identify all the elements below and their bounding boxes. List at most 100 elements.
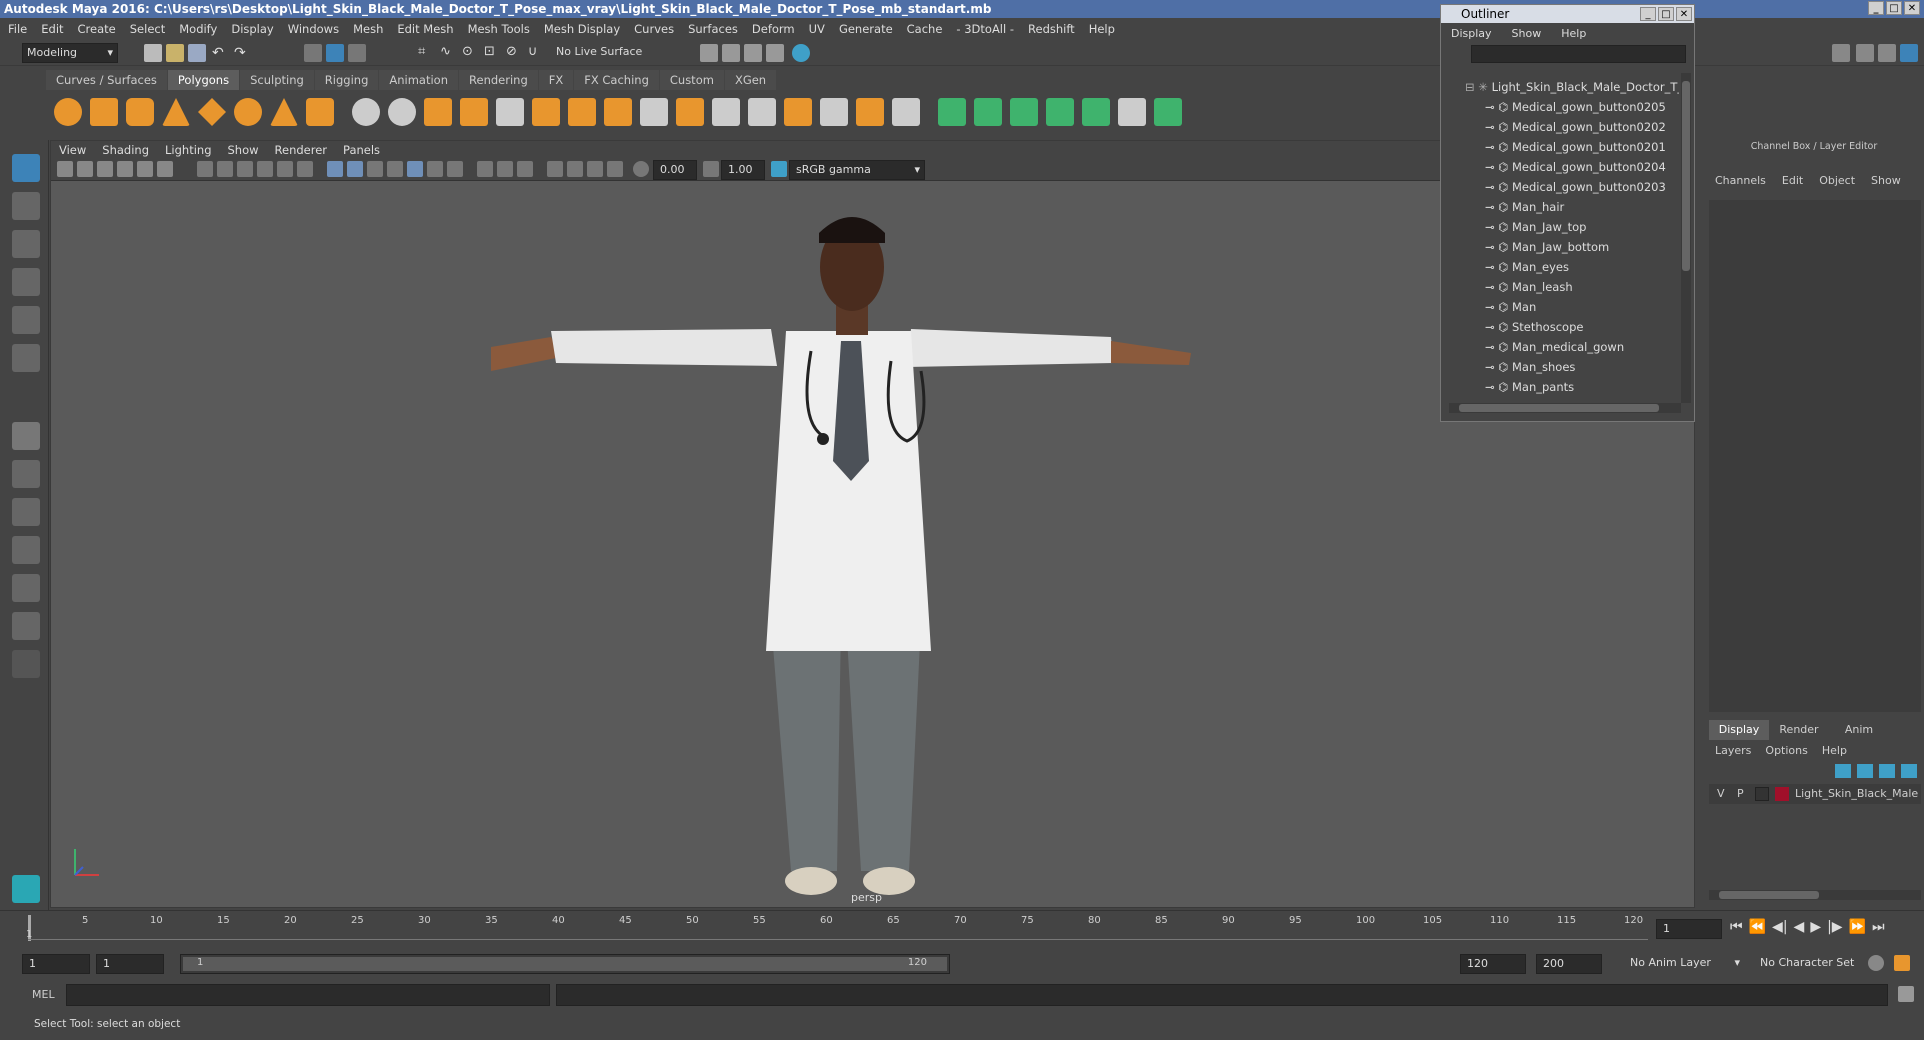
outliner-item[interactable]: ⊸ ⌬ Man_pants <box>1485 377 1574 397</box>
outliner-minimize-button[interactable]: _ <box>1640 7 1656 21</box>
mode-selector[interactable]: Modeling ▾ <box>22 43 118 63</box>
tab-rigging[interactable]: Rigging <box>314 70 379 90</box>
offset-edge-loop-icon[interactable] <box>856 98 884 126</box>
save-scene-icon[interactable] <box>188 44 206 62</box>
viewport-menu-show[interactable]: Show <box>228 143 259 157</box>
lasso-tool-icon[interactable] <box>12 192 40 220</box>
snap-point-icon[interactable]: ⊙ <box>462 44 480 62</box>
viewport-menu-lighting[interactable]: Lighting <box>165 143 211 157</box>
tab-sculpting[interactable]: Sculpting <box>240 70 314 90</box>
outliner-layout-icon[interactable] <box>12 536 40 564</box>
snap-surface-icon[interactable]: ⊘ <box>506 44 524 62</box>
live-surface-label[interactable]: No Live Surface <box>556 45 642 58</box>
anim-start-field[interactable]: 1 <box>96 954 164 974</box>
layer-tab-display[interactable]: Display <box>1709 720 1769 740</box>
outliner-item[interactable]: ⊸ ⌬ Man_shoes <box>1485 357 1575 377</box>
two-d-pan-icon[interactable] <box>137 161 153 177</box>
slide-edge-icon[interactable] <box>892 98 920 126</box>
select-hierarchy-icon[interactable] <box>304 44 322 62</box>
menu-mesh-tools[interactable]: Mesh Tools <box>468 22 530 36</box>
color-space-dropdown[interactable]: sRGB gamma ▾ <box>789 160 925 180</box>
layer-menu-layers[interactable]: Layers <box>1715 744 1751 757</box>
time-ruler[interactable]: 1 5 10 15 20 25 30 35 40 45 50 55 60 65 … <box>26 915 1648 941</box>
tab-animation[interactable]: Animation <box>379 70 459 90</box>
layer-menu-options[interactable]: Options <box>1765 744 1807 757</box>
render-view-icon[interactable] <box>700 44 718 62</box>
move-layer-up-icon[interactable] <box>1835 764 1851 778</box>
menu-display[interactable]: Display <box>231 22 273 36</box>
menu-mesh-display[interactable]: Mesh Display <box>544 22 620 36</box>
layer-row[interactable]: V P Light_Skin_Black_Male <box>1709 784 1921 804</box>
smooth-icon[interactable] <box>460 98 488 126</box>
move-tool-icon[interactable] <box>12 268 40 296</box>
boolean-icon[interactable] <box>496 98 524 126</box>
step-back-key-icon[interactable]: ⏪ <box>1749 919 1766 935</box>
outliner-item[interactable]: ⊸ ⌬ Man_Jaw_top <box>1485 217 1586 237</box>
multi-cut-icon[interactable] <box>712 98 740 126</box>
append-icon[interactable] <box>640 98 668 126</box>
select-object-icon[interactable] <box>326 44 344 62</box>
start-time-field[interactable]: 1 <box>22 954 90 974</box>
tab-custom[interactable]: Custom <box>659 70 724 90</box>
target-weld-icon[interactable] <box>748 98 776 126</box>
step-back-frame-icon[interactable]: ◀| <box>1772 919 1787 935</box>
channel-menu-edit[interactable]: Edit <box>1782 174 1803 187</box>
outliner-item[interactable]: ⊸ ⌬ Man_hair <box>1485 197 1564 217</box>
time-slider[interactable]: 1 5 10 15 20 25 30 35 40 45 50 55 60 65 … <box>0 910 1924 950</box>
gate-mask-icon[interactable] <box>257 161 273 177</box>
outliner-menu-show[interactable]: Show <box>1512 27 1542 40</box>
camera-select-icon[interactable] <box>57 161 73 177</box>
outliner-item[interactable]: ⊸ ⌬ Man_eyes <box>1485 257 1569 277</box>
step-forward-key-icon[interactable]: ⏩ <box>1849 919 1866 935</box>
viewport-menu-shading[interactable]: Shading <box>102 143 149 157</box>
outliner-item[interactable]: ⊸ ⌬ Medical_gown_button0203 <box>1485 177 1666 197</box>
hypershade-layout-icon[interactable] <box>12 612 40 640</box>
gamma-icon[interactable] <box>703 161 719 177</box>
command-language-label[interactable]: MEL <box>32 988 55 1001</box>
extrude-icon[interactable] <box>604 98 632 126</box>
end-time-field[interactable]: 200 <box>1536 954 1602 974</box>
xray-joints-icon[interactable] <box>587 161 603 177</box>
menu-uv[interactable]: UV <box>809 22 825 36</box>
outliner-horizontal-scrollbar[interactable] <box>1449 403 1681 413</box>
poly-plane-icon[interactable] <box>198 98 226 126</box>
script-editor-icon[interactable] <box>1898 986 1914 1002</box>
exposure-icon[interactable] <box>633 161 649 177</box>
smooth-shade-icon[interactable] <box>347 161 363 177</box>
outliner-search-input[interactable] <box>1471 45 1686 63</box>
outliner-item[interactable]: ⊸ ⌬ Man_medical_gown <box>1485 337 1624 357</box>
graph-layout-icon[interactable] <box>12 574 40 602</box>
resolution-gate-icon[interactable] <box>237 161 253 177</box>
combine-icon[interactable] <box>352 98 380 126</box>
layer-tab-render[interactable]: Render <box>1769 720 1829 740</box>
outliner-menu-help[interactable]: Help <box>1561 27 1586 40</box>
outliner-maximize-button[interactable]: □ <box>1658 7 1674 21</box>
outliner-menu-display[interactable]: Display <box>1451 27 1492 40</box>
channel-menu-show[interactable]: Show <box>1871 174 1901 187</box>
menu-generate[interactable]: Generate <box>839 22 893 36</box>
maximize-button[interactable]: □ <box>1886 1 1902 15</box>
channel-box-icon[interactable] <box>1900 44 1918 62</box>
uv-editor-icon[interactable] <box>1118 98 1146 126</box>
viewport-menu-renderer[interactable]: Renderer <box>275 143 328 157</box>
wireframe-icon[interactable] <box>327 161 343 177</box>
poly-cone-icon[interactable] <box>162 98 190 126</box>
anim-layer-dropdown[interactable]: No Anim Layer ▾ <box>1624 954 1744 974</box>
menu-curves[interactable]: Curves <box>634 22 674 36</box>
layer-menu-help[interactable]: Help <box>1822 744 1847 757</box>
channel-menu-object[interactable]: Object <box>1819 174 1855 187</box>
menu-help[interactable]: Help <box>1089 22 1115 36</box>
auto-key-icon[interactable] <box>1868 955 1884 971</box>
menu-surfaces[interactable]: Surfaces <box>688 22 738 36</box>
poly-sphere-icon[interactable] <box>54 98 82 126</box>
viewport-menu-panels[interactable]: Panels <box>343 143 380 157</box>
menu-mesh[interactable]: Mesh <box>353 22 383 36</box>
menu-3dtoall[interactable]: - 3DtoAll - <box>956 22 1014 36</box>
poly-torus-icon[interactable] <box>234 98 262 126</box>
open-scene-icon[interactable] <box>166 44 184 62</box>
menu-select[interactable]: Select <box>130 22 165 36</box>
poly-cylinder-icon[interactable] <box>126 98 154 126</box>
attribute-editor-icon[interactable] <box>1856 44 1874 62</box>
tab-polygons[interactable]: Polygons <box>167 70 240 90</box>
outliner-item[interactable]: ⊸ ⌬ Man <box>1485 297 1536 317</box>
